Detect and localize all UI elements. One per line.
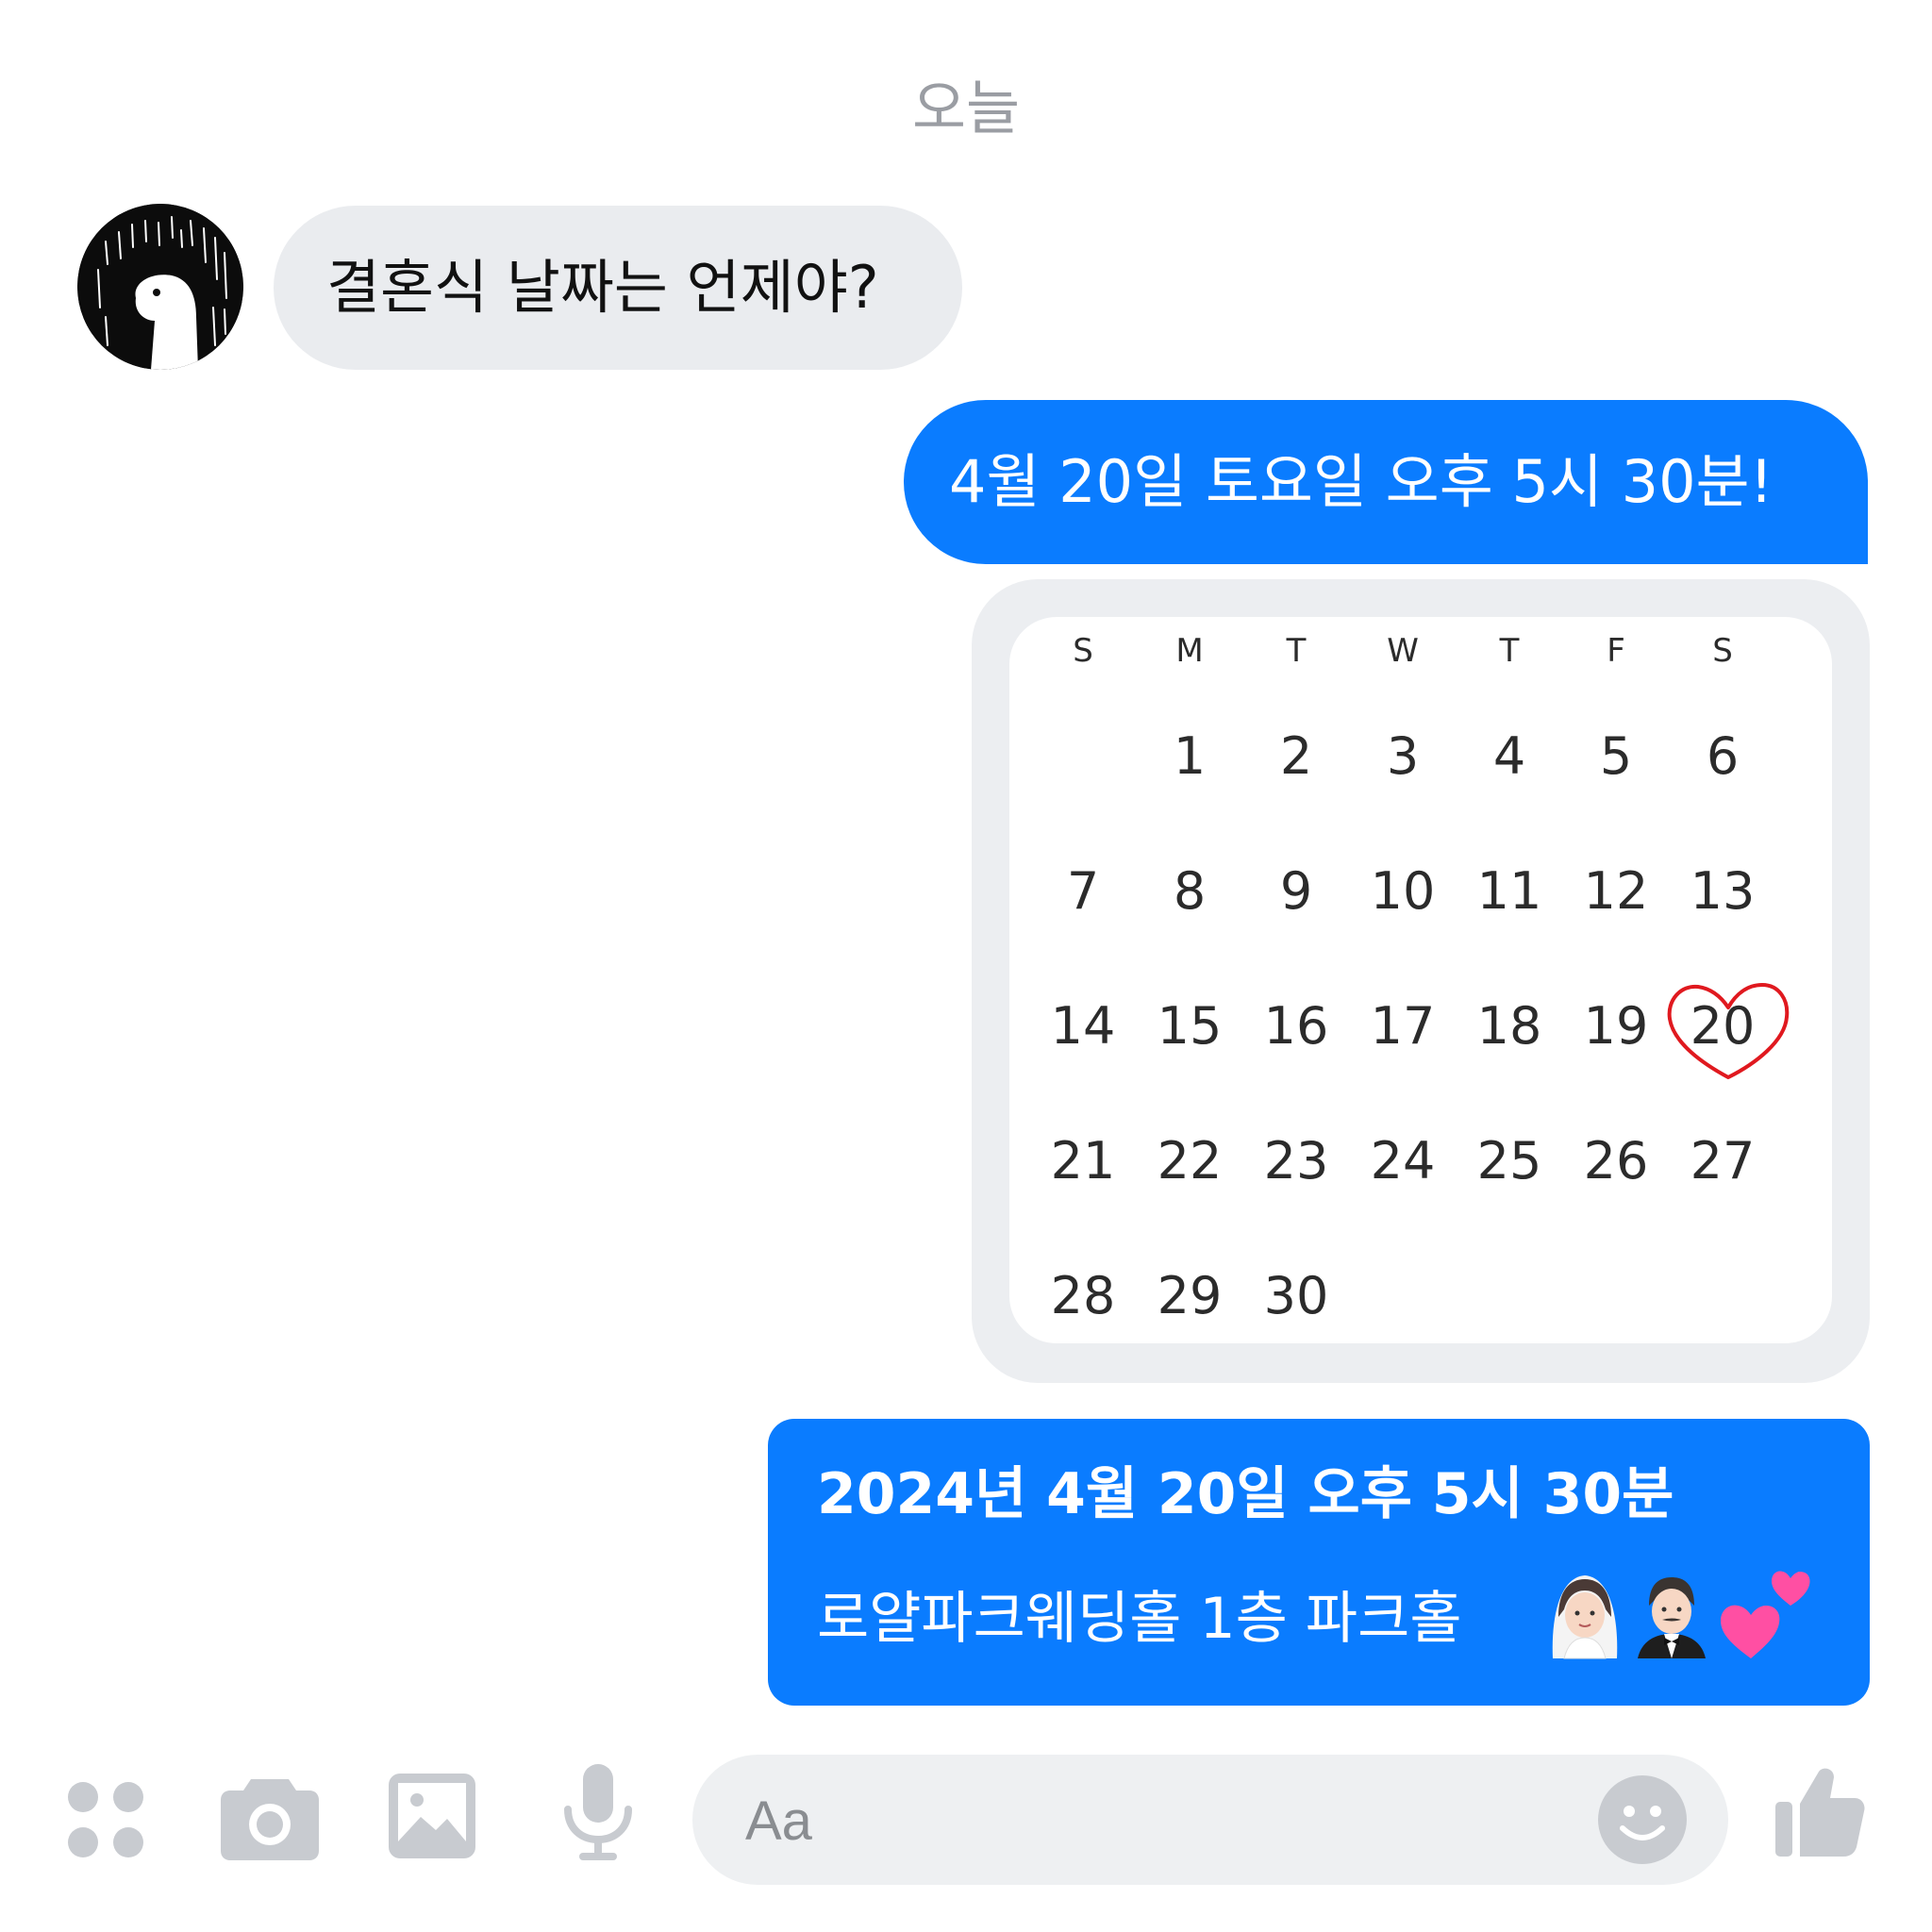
calendar-day: 7: [1066, 861, 1100, 921]
calendar-day: 28: [1050, 1266, 1116, 1325]
outgoing-message-bubble[interactable]: 2024년 4월 20일 오후 5시 30분 로얄파크웨딩홀 1층 파크홀: [768, 1419, 1870, 1706]
calendar-day: 9: [1279, 861, 1313, 921]
weekday-friday: F: [1607, 632, 1625, 670]
incoming-message-bubble[interactable]: 결혼식 날짜는 언제야?: [274, 206, 962, 370]
calendar-day: 5: [1599, 726, 1633, 786]
calendar-day: 10: [1370, 861, 1436, 921]
calendar-day: 16: [1263, 996, 1329, 1056]
calendar-day: 27: [1690, 1131, 1756, 1191]
calendar-day: 3: [1386, 726, 1420, 786]
calendar-day: 29: [1157, 1266, 1223, 1325]
calendar-day: 12: [1583, 861, 1649, 921]
incoming-message-text: 결혼식 날짜는 언제야?: [326, 253, 879, 322]
weekday-saturday: S: [1712, 632, 1733, 670]
message-input[interactable]: [743, 1755, 1521, 1887]
calendar-day: 8: [1173, 861, 1207, 921]
wedding-venue-text: 로얄파크웨딩홀 1층 파크홀: [817, 1586, 1462, 1652]
avatar[interactable]: [77, 204, 243, 370]
man-in-tuxedo-icon: [1638, 1577, 1706, 1658]
thumbs-up-icon[interactable]: [1775, 1764, 1866, 1858]
heart-outline-icon: [1667, 983, 1790, 1079]
calendar-day: 17: [1370, 996, 1436, 1056]
image-icon[interactable]: [389, 1774, 475, 1858]
calendar-day: 21: [1050, 1131, 1116, 1191]
calendar-day: 18: [1476, 996, 1542, 1056]
emoji-row: [1552, 1571, 1810, 1659]
calendar-day: 2: [1279, 726, 1313, 786]
outgoing-message-text: 4월 20일 토요일 오후 5시 30분!: [949, 447, 1774, 516]
outgoing-message-bubble[interactable]: 4월 20일 토요일 오후 5시 30분!: [904, 400, 1868, 564]
calendar-day: 14: [1050, 996, 1116, 1056]
chat-screen: 오늘 결혼식 날짜는 언제야? 4월 20일 토요일 오후 5시 30분! S …: [0, 0, 1932, 1932]
two-hearts-icon: [1721, 1571, 1810, 1658]
calendar-day: 11: [1476, 861, 1542, 921]
smiley-icon[interactable]: [1598, 1775, 1687, 1864]
weekday-wednesday: W: [1387, 632, 1419, 670]
calendar-day: 30: [1263, 1266, 1329, 1325]
calendar-day: 15: [1157, 996, 1223, 1056]
weekday-monday: M: [1175, 632, 1204, 670]
wedding-datetime-text: 2024년 4월 20일 오후 5시 30분: [817, 1461, 1674, 1527]
calendar-day: 26: [1583, 1131, 1649, 1191]
calendar-day: 22: [1157, 1131, 1223, 1191]
bride-with-veil-icon: [1552, 1575, 1618, 1659]
calendar-day: 4: [1492, 726, 1526, 786]
weekday-tuesday: T: [1286, 632, 1307, 670]
camera-icon[interactable]: [221, 1770, 319, 1860]
calendar-day: 25: [1476, 1131, 1542, 1191]
weekday-thursday: T: [1499, 632, 1520, 670]
calendar-day: 1: [1173, 726, 1207, 786]
calendar-day: 23: [1263, 1131, 1329, 1191]
date-separator: 오늘: [911, 74, 1021, 142]
weekday-sunday: S: [1073, 632, 1093, 670]
microphone-icon[interactable]: [562, 1764, 634, 1864]
dinosaur-avatar-icon: [77, 204, 243, 370]
message-composer[interactable]: [692, 1755, 1728, 1887]
apps-grid-icon[interactable]: [64, 1778, 149, 1863]
calendar-day: 19: [1583, 996, 1649, 1056]
calendar-day: 24: [1370, 1131, 1436, 1191]
calendar-day: 13: [1690, 861, 1756, 921]
calendar-day: 6: [1706, 726, 1740, 786]
